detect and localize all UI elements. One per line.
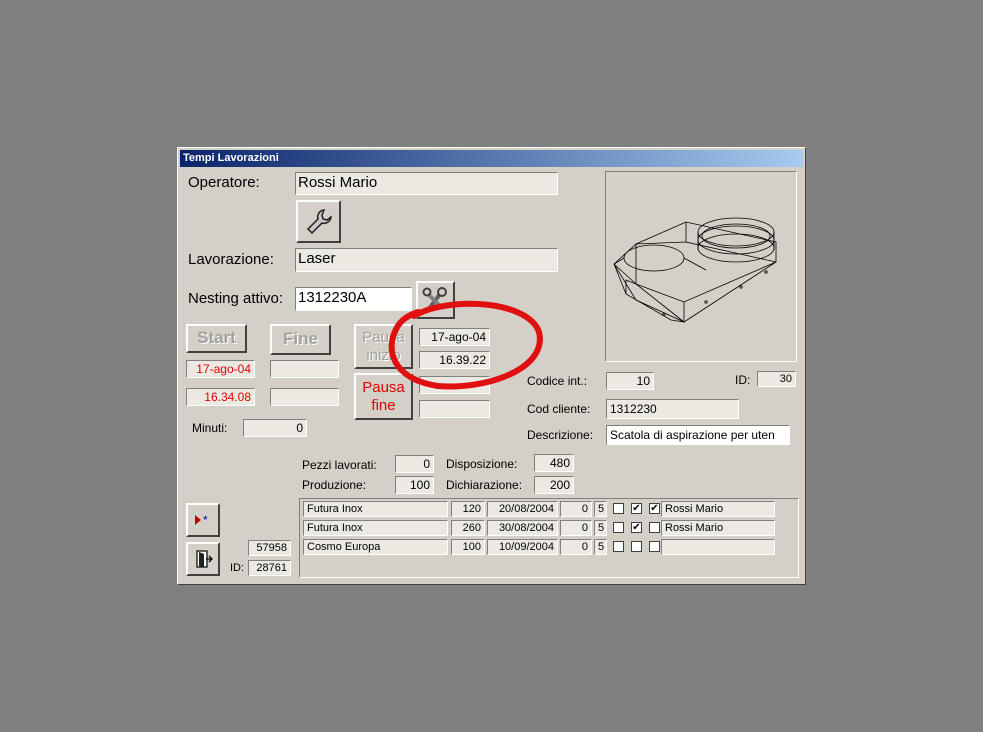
- row-checkbox-c2[interactable]: ✔: [631, 522, 642, 533]
- row-cell-operator[interactable]: [661, 539, 775, 555]
- pezzi-lavorati-label: Pezzi lavorati:: [302, 458, 377, 472]
- new-record-button[interactable]: *: [186, 503, 220, 537]
- operatore-label: Operatore:: [188, 174, 260, 191]
- annotation-circle: [388, 300, 543, 390]
- produzione-field[interactable]: 100: [395, 476, 434, 494]
- operatore-field[interactable]: Rossi Mario: [295, 172, 558, 195]
- produzione-label: Produzione:: [302, 478, 367, 492]
- row-checkbox-c2[interactable]: ✔: [631, 503, 642, 514]
- row-cell-qty[interactable]: 120: [451, 501, 485, 517]
- disposizione-field[interactable]: 480: [534, 454, 574, 472]
- row-cell-n2[interactable]: 5: [594, 539, 607, 555]
- descrizione-label: Descrizione:: [527, 428, 594, 442]
- dichiarazione-label: Dichiarazione:: [446, 478, 523, 492]
- row-checkbox-c3[interactable]: ✔: [649, 503, 660, 514]
- pezzi-lavorati-field[interactable]: 0: [395, 455, 434, 473]
- cod-cliente-label: Cod cliente:: [527, 402, 591, 416]
- row-cell-operator[interactable]: Rossi Mario: [661, 520, 775, 536]
- row-checkbox-c3[interactable]: [649, 522, 660, 533]
- footer-id-field: 28761: [248, 560, 291, 576]
- row-cell-n1[interactable]: 0: [560, 501, 592, 517]
- lavorazioni-subform: Futura Inox 120 20/08/2004 0 5 ✔ ✔ Rossi Mario F…: [299, 498, 799, 578]
- part-drawing-image: [613, 217, 777, 323]
- tempi-lavorazioni-window: Tempi Lavorazioni Operatore: Rossi Mario…: [177, 147, 806, 585]
- row-cell-cliente[interactable]: Cosmo Europa: [303, 539, 448, 555]
- part-drawing: [605, 171, 797, 362]
- lavorazione-label: Lavorazione:: [188, 251, 274, 268]
- row-cell-n2[interactable]: 5: [594, 520, 607, 536]
- row-checkbox-c3[interactable]: [649, 541, 660, 552]
- row-checkbox-c1[interactable]: [613, 522, 624, 533]
- title-bar[interactable]: Tempi Lavorazioni: [180, 150, 803, 167]
- row-cell-qty[interactable]: 100: [451, 539, 485, 555]
- nesting-label: Nesting attivo:: [188, 290, 284, 307]
- row-cell-n1[interactable]: 0: [560, 520, 592, 536]
- start-date-field[interactable]: 17-ago-04: [186, 360, 255, 378]
- row-cell-n1[interactable]: 0: [560, 539, 592, 555]
- select-operator-button[interactable]: [296, 200, 341, 243]
- row-cell-operator[interactable]: Rossi Mario: [661, 501, 775, 517]
- wrench-icon: [306, 209, 332, 235]
- disposizione-label: Disposizione:: [446, 457, 518, 471]
- row-cell-date[interactable]: 10/09/2004: [487, 539, 558, 555]
- descrizione-field[interactable]: Scatola di aspirazione per uten: [606, 425, 790, 445]
- window-title: Tempi Lavorazioni: [183, 152, 279, 164]
- row-cell-date[interactable]: 20/08/2004: [487, 501, 558, 517]
- row-checkbox-c2[interactable]: [631, 541, 642, 552]
- start-button[interactable]: Start: [186, 324, 247, 353]
- row-checkbox-c1[interactable]: [613, 503, 624, 514]
- minuti-field[interactable]: 0: [243, 419, 307, 437]
- row-cell-qty[interactable]: 260: [451, 520, 485, 536]
- id-top-field: 30: [757, 371, 796, 387]
- cod-cliente-field[interactable]: 1312230: [606, 399, 739, 419]
- exit-door-icon: [196, 550, 213, 568]
- svg-text:*: *: [203, 513, 208, 527]
- fine-button[interactable]: Fine: [270, 324, 331, 355]
- lavorazione-field[interactable]: Laser: [295, 248, 558, 272]
- fine-time-field[interactable]: [270, 388, 339, 406]
- minuti-label: Minuti:: [192, 421, 228, 435]
- pausa-fine-time-field[interactable]: [419, 400, 490, 418]
- new-record-icon: *: [195, 513, 208, 527]
- fine-date-field[interactable]: [270, 360, 339, 378]
- record-number-field: 57958: [248, 540, 291, 556]
- row-cell-cliente[interactable]: Futura Inox: [303, 501, 448, 517]
- start-time-field[interactable]: 16.34.08: [186, 388, 255, 406]
- row-cell-n2[interactable]: 5: [594, 501, 607, 517]
- id-top-label: ID:: [735, 373, 751, 387]
- dichiarazione-field[interactable]: 200: [534, 476, 574, 494]
- exit-button[interactable]: [186, 542, 220, 576]
- row-cell-date[interactable]: 30/08/2004: [487, 520, 558, 536]
- row-cell-cliente[interactable]: Futura Inox: [303, 520, 448, 536]
- footer-id-label: ID:: [230, 562, 245, 574]
- row-checkbox-c1[interactable]: [613, 541, 624, 552]
- codice-int-field[interactable]: 10: [606, 372, 654, 390]
